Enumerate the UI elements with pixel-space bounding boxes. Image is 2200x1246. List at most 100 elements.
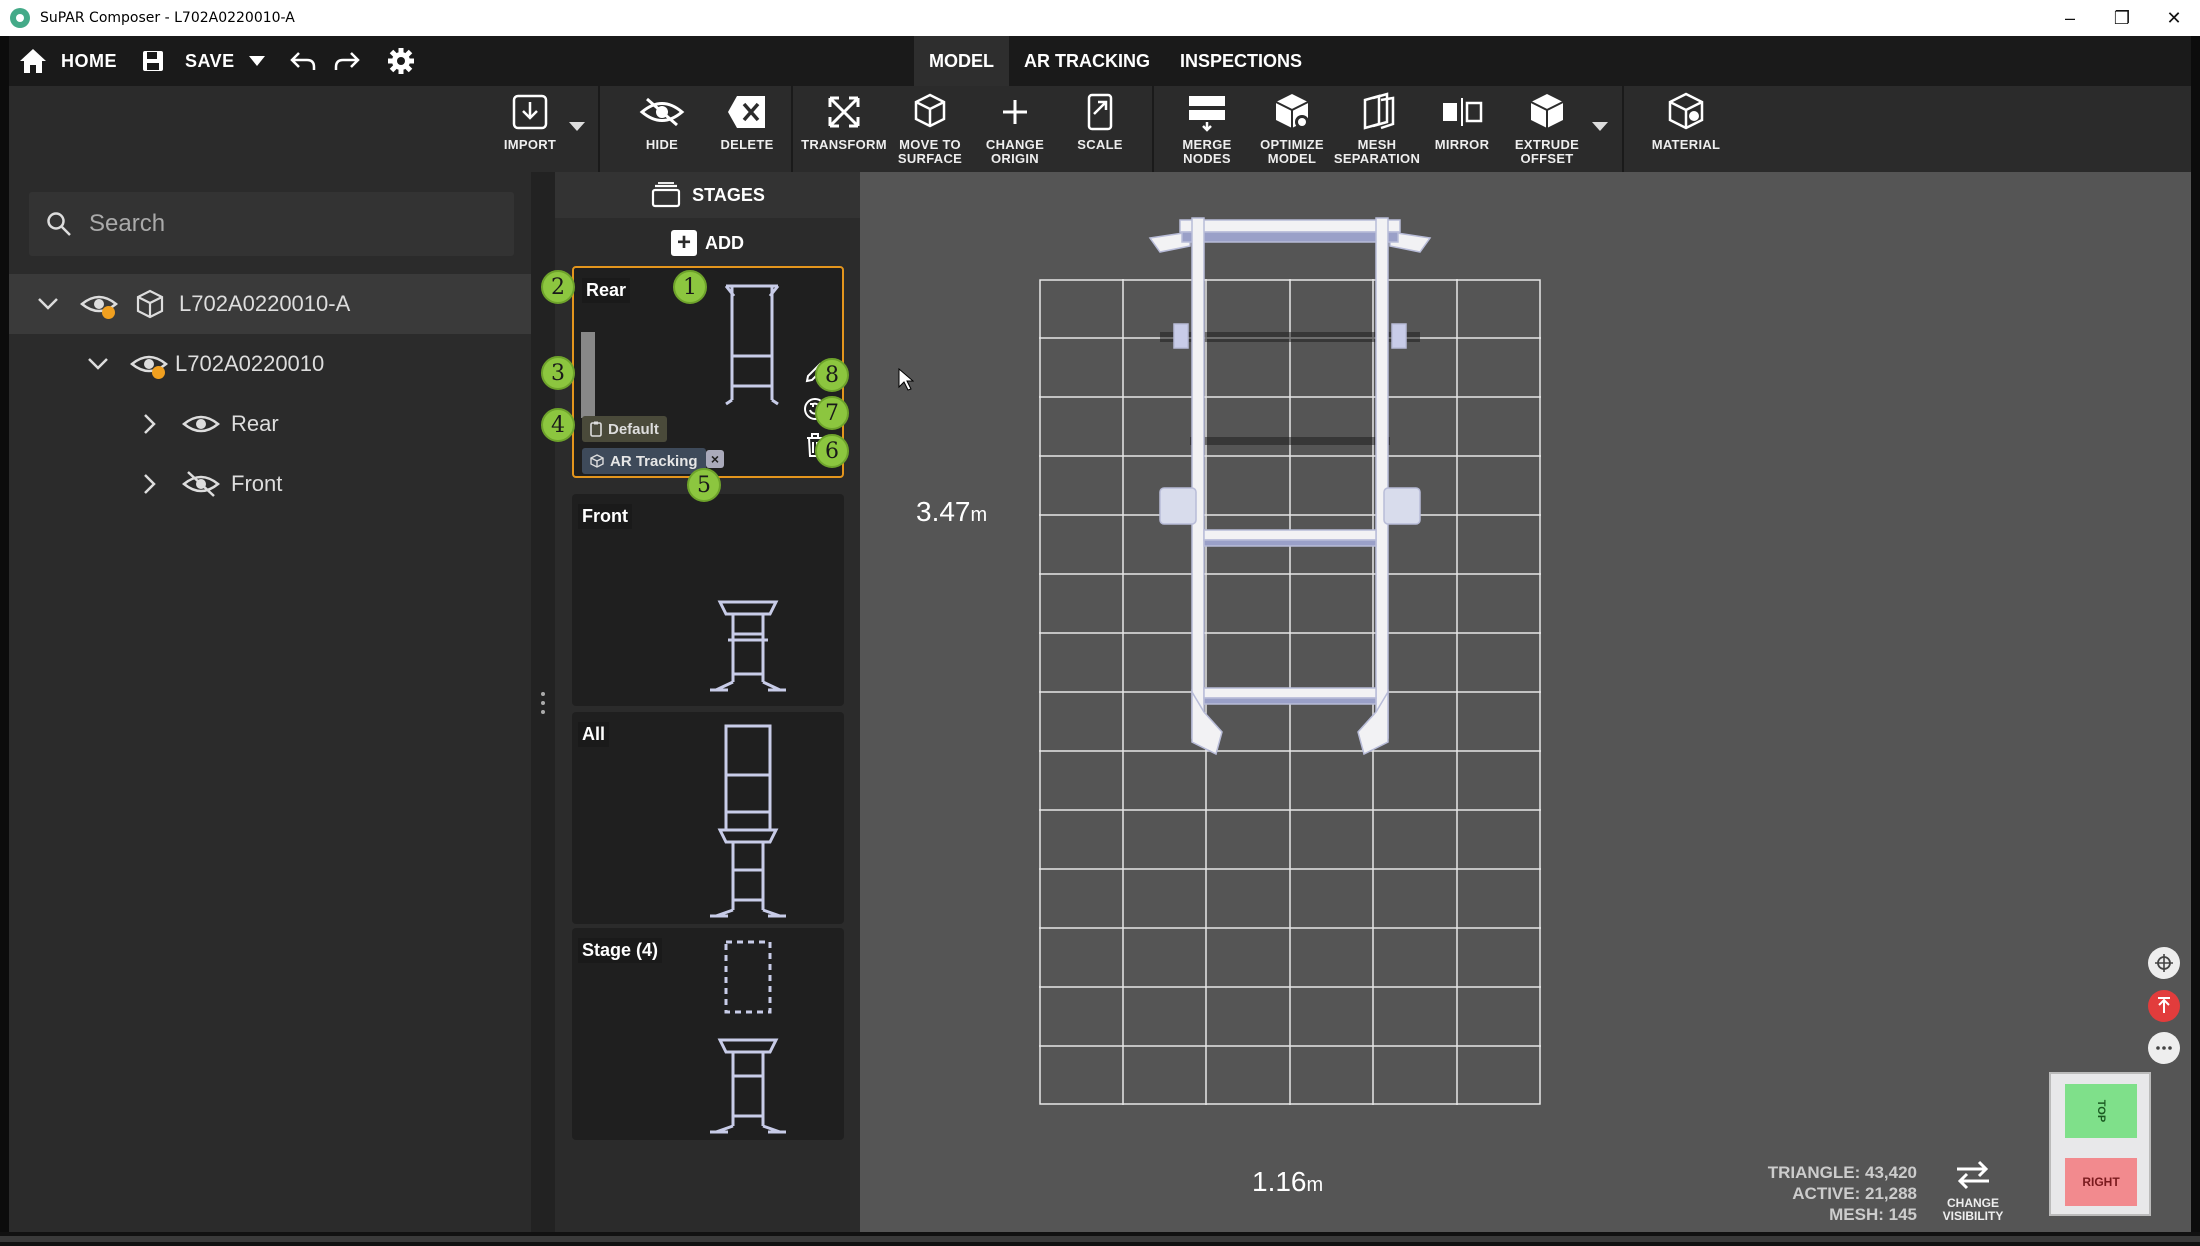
undo-icon[interactable]	[283, 41, 323, 81]
stage-thumbnail	[724, 284, 780, 406]
add-stage-button[interactable]: + ADD	[555, 218, 860, 268]
stage-card-all[interactable]: All	[572, 712, 844, 924]
stage-card-stage-4[interactable]: Stage (4)	[572, 928, 844, 1140]
stage-card-rear[interactable]: Rear Default AR Tracking ×	[572, 266, 844, 478]
tree-item-label: Rear	[231, 411, 279, 436]
mode-tabs: MODEL AR TRACKING INSPECTIONS	[914, 36, 1317, 86]
tree-item-model[interactable]: L702A0220010	[9, 334, 531, 394]
drag-handle-icon[interactable]	[540, 692, 546, 718]
delete-x-icon	[728, 96, 765, 128]
ar-tracking-chip[interactable]: AR Tracking	[582, 448, 706, 474]
change-visibility-button[interactable]: CHANGE VISIBILITY	[1933, 1157, 2013, 1223]
tab-inspections[interactable]: INSPECTIONS	[1165, 36, 1317, 86]
mouse-cursor-icon	[898, 368, 914, 391]
visibility-eye-icon[interactable]	[79, 289, 119, 319]
search-input[interactable]	[89, 210, 489, 238]
top-navigation: HOME SAVE MODEL AR TRACKING INSPECTIONS	[9, 36, 2191, 86]
hide-button[interactable]: HIDE	[617, 86, 707, 172]
height-dimension: 3.47m	[916, 496, 988, 527]
callout-7: 7	[815, 396, 849, 430]
callout-4: 4	[541, 408, 575, 442]
chevron-right-icon[interactable]	[139, 413, 161, 435]
stage-progress-bar	[581, 332, 595, 418]
model-frame[interactable]	[1130, 212, 1450, 772]
tab-model[interactable]: MODEL	[914, 36, 1009, 86]
import-button[interactable]: IMPORT	[485, 86, 575, 172]
chevron-down-icon[interactable]	[87, 353, 109, 375]
default-chip[interactable]: Default	[582, 416, 667, 442]
home-button[interactable]: HOME	[61, 36, 117, 86]
warning-dot-icon	[152, 366, 165, 379]
origin-plus-icon	[1003, 100, 1027, 124]
stage-thumbnail	[710, 724, 786, 918]
extrude-dropdown-icon[interactable]	[1592, 122, 1608, 131]
stages-panel: STAGES + ADD Rear Default AR Tracking ×	[541, 172, 860, 1232]
close-button[interactable]: ✕	[2148, 0, 2200, 36]
transform-button[interactable]: TRANSFORM	[799, 86, 889, 172]
app-logo-icon	[10, 8, 30, 28]
save-dropdown-icon[interactable]	[237, 41, 277, 81]
chevron-down-icon[interactable]	[37, 293, 59, 315]
tree-item-root[interactable]: L702A0220010-A	[9, 274, 531, 334]
tab-ar-tracking[interactable]: AR TRACKING	[1009, 36, 1165, 86]
stage-name: All	[578, 722, 610, 747]
mesh-stats: TRIANGLE: 43,420 ACTIVE: 21,288 MESH: 14…	[1767, 1163, 1917, 1224]
callout-5: 5	[687, 468, 721, 502]
view-cube-top-face[interactable]: TOP	[2065, 1084, 2137, 1138]
callout-3: 3	[541, 356, 575, 390]
more-options-icon[interactable]	[2148, 1032, 2180, 1064]
optimize-cube-icon	[1275, 94, 1309, 129]
tree-item-rear[interactable]: Rear	[9, 394, 531, 454]
stage-name: Stage (4)	[578, 938, 663, 963]
stage-name: Rear	[582, 278, 631, 303]
tree-item-label: Front	[231, 471, 283, 496]
remove-tracking-icon[interactable]: ×	[706, 450, 724, 468]
scale-button[interactable]: SCALE	[1055, 86, 1145, 172]
merge-nodes-button[interactable]: MERGE NODES	[1162, 86, 1252, 172]
tree-item-label: L702A0220010	[175, 351, 325, 376]
maximize-button[interactable]: ❐	[2096, 0, 2148, 36]
optimize-model-button[interactable]: OPTIMIZE MODEL	[1247, 86, 1337, 172]
view-cube-right-face[interactable]: RIGHT	[2065, 1158, 2137, 1206]
callout-8: 8	[815, 358, 849, 392]
stage-card-front[interactable]: Front	[572, 494, 844, 706]
stages-title: STAGES	[692, 184, 765, 205]
tree-item-front[interactable]: Front	[9, 454, 531, 514]
eye-off-icon[interactable]	[181, 469, 221, 499]
mirror-button[interactable]: MIRROR	[1417, 86, 1507, 172]
visibility-eye-icon[interactable]	[181, 409, 221, 439]
save-icon[interactable]	[133, 41, 173, 81]
save-button[interactable]: SAVE	[185, 36, 235, 86]
swap-arrows-icon	[1957, 1160, 1989, 1190]
import-dropdown-icon[interactable]	[569, 122, 585, 131]
home-icon[interactable]	[13, 41, 53, 81]
transform-arrows-icon	[828, 96, 860, 128]
arrow-up-icon[interactable]	[2148, 990, 2180, 1022]
panel-resize-handle[interactable]	[531, 172, 555, 1232]
delete-button[interactable]: DELETE	[702, 86, 792, 172]
chevron-right-icon[interactable]	[139, 473, 161, 495]
minimize-button[interactable]: –	[2044, 0, 2096, 36]
recenter-icon[interactable]	[2148, 947, 2180, 979]
mesh-separation-button[interactable]: MESH SEPARATION	[1332, 86, 1422, 172]
extrude-cube-icon	[1530, 94, 1564, 128]
move-to-surface-button[interactable]: MOVE TO SURFACE	[885, 86, 975, 172]
import-icon	[512, 94, 548, 130]
change-origin-button[interactable]: CHANGE ORIGIN	[970, 86, 1060, 172]
settings-gear-icon[interactable]	[381, 41, 421, 81]
search-box	[29, 192, 514, 256]
tree-item-label: L702A0220010-A	[179, 291, 351, 316]
material-button[interactable]: MATERIAL	[1631, 86, 1741, 172]
visibility-eye-icon[interactable]	[129, 349, 169, 379]
callout-2: 2	[541, 270, 575, 304]
toolbar: IMPORT HIDE DELETE TRANSFORM MOVE TO SURF…	[9, 86, 2191, 172]
extrude-offset-button[interactable]: EXTRUDE OFFSET	[1502, 86, 1592, 172]
3d-viewport[interactable]: 3.47m 1.16m TRIANGLE: 43,420 ACTIVE: 21,…	[860, 172, 2191, 1232]
callout-1: 1	[673, 270, 707, 304]
redo-icon[interactable]	[327, 41, 367, 81]
stage-name: Front	[578, 504, 632, 529]
view-cube[interactable]: TOP RIGHT	[2049, 1072, 2151, 1216]
stages-header: STAGES	[555, 172, 860, 218]
mesh-separation-icon	[1363, 92, 1395, 130]
box-surface-icon	[914, 93, 946, 128]
